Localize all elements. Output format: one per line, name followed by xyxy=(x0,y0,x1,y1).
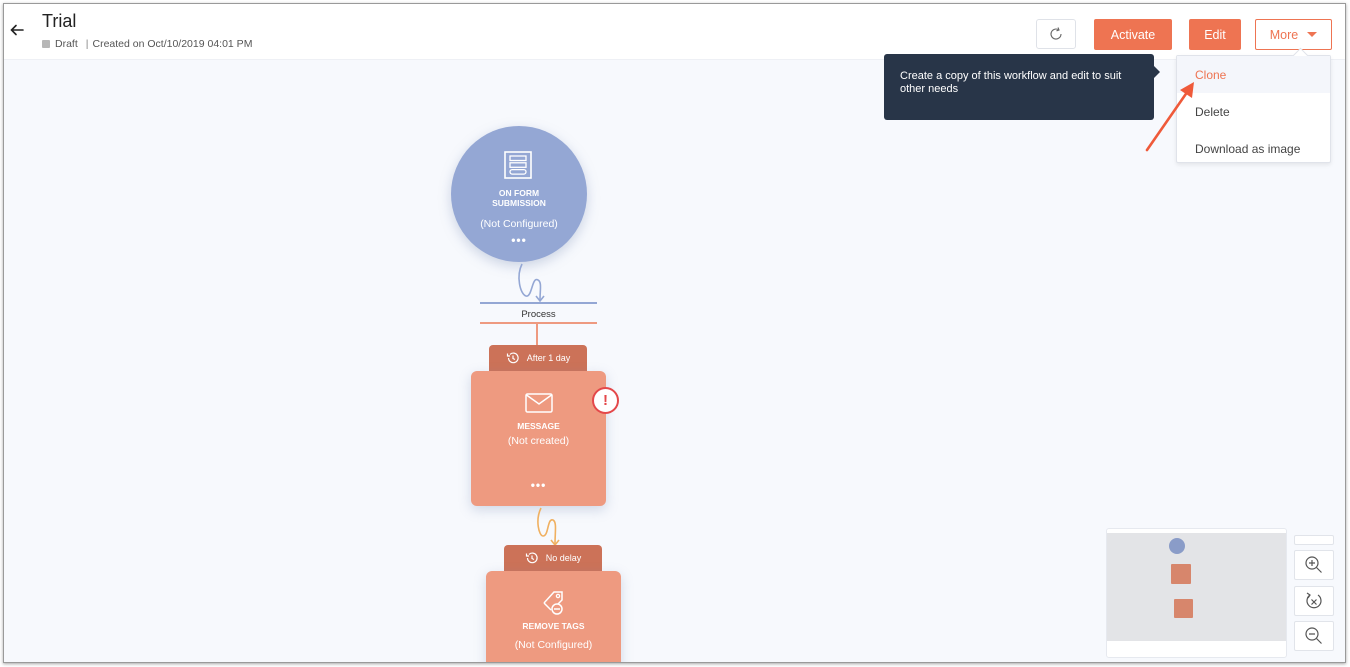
back-button[interactable] xyxy=(8,20,28,40)
reset-zoom-icon xyxy=(1306,592,1322,609)
page-title: Trial xyxy=(42,11,77,31)
remove-tags-node[interactable]: REMOVE TAGS (Not Configured) xyxy=(486,571,621,662)
delay-tab[interactable]: No delay xyxy=(504,545,602,571)
message-label: MESSAGE xyxy=(517,421,560,431)
created-date: Created on Oct/10/2019 04:01 PM xyxy=(92,38,253,50)
message-more-icon[interactable]: ••• xyxy=(471,479,606,491)
edit-button[interactable]: Edit xyxy=(1189,19,1241,50)
remove-tag-icon xyxy=(542,591,563,615)
app-window: Trial Draft | Created on Oct/10/2019 04:… xyxy=(3,3,1346,663)
zoom-out-icon xyxy=(1305,627,1322,644)
history-icon xyxy=(525,552,538,564)
zoom-in-icon xyxy=(1305,556,1322,573)
minimap-step-marker xyxy=(1174,599,1193,618)
zoom-in-button[interactable] xyxy=(1294,550,1334,580)
header: Trial Draft | Created on Oct/10/2019 04:… xyxy=(4,4,1345,60)
message-node[interactable]: MESSAGE (Not created) ••• xyxy=(471,371,606,506)
warning-icon[interactable]: ! xyxy=(592,387,619,414)
trigger-status: (Not Configured) xyxy=(480,218,558,230)
more-dropdown-menu: Clone Delete Download as image xyxy=(1176,55,1331,163)
minimap[interactable] xyxy=(1107,533,1286,641)
delay-tab[interactable]: After 1 day xyxy=(489,345,587,371)
remove-tags-label: REMOVE TAGS xyxy=(522,621,585,631)
message-status: (Not created) xyxy=(507,435,570,447)
delay-label: After 1 day xyxy=(526,353,571,363)
arrow-left-icon xyxy=(10,24,24,36)
process-top-line xyxy=(480,302,597,304)
zoom-reset-button[interactable] xyxy=(1294,586,1334,616)
trigger-label: ON FORM SUBMISSION xyxy=(492,188,546,208)
minimap-trigger-marker xyxy=(1169,538,1185,554)
trigger-node[interactable]: ON FORM SUBMISSION (Not Configured) ••• xyxy=(451,126,587,262)
process-stem xyxy=(536,324,538,346)
trigger-more-icon[interactable]: ••• xyxy=(451,234,587,246)
process-bottom-line xyxy=(480,322,597,324)
process-label: Process xyxy=(521,309,556,320)
zoom-out-button[interactable] xyxy=(1294,621,1334,651)
delay-label: No delay xyxy=(545,553,582,563)
envelope-icon xyxy=(524,393,553,413)
refresh-button[interactable] xyxy=(1036,19,1076,49)
connector-message-tags xyxy=(537,507,560,547)
clone-tooltip: Create a copy of this workflow and edit … xyxy=(884,54,1160,120)
connector-trigger-process xyxy=(518,263,545,303)
refresh-icon xyxy=(1050,27,1062,40)
form-icon xyxy=(504,151,532,179)
meta-separator: | xyxy=(85,38,89,50)
status-indicator-icon xyxy=(42,40,50,48)
workflow-meta: Draft | Created on Oct/10/2019 04:01 PM xyxy=(42,38,252,50)
history-icon xyxy=(506,352,519,364)
menu-item-delete[interactable]: Delete xyxy=(1177,93,1330,130)
caret-down-icon xyxy=(1307,32,1318,37)
remove-tags-status: (Not Configured) xyxy=(514,639,593,651)
minimap-step-marker xyxy=(1171,564,1191,584)
activate-button[interactable]: Activate xyxy=(1094,19,1172,50)
menu-item-download-image[interactable]: Download as image xyxy=(1177,130,1330,167)
more-button[interactable]: More xyxy=(1255,19,1332,50)
icon-wrap xyxy=(486,589,621,622)
menu-item-clone[interactable]: Clone xyxy=(1177,56,1330,93)
status-badge: Draft xyxy=(55,38,78,50)
zoom-level-indicator xyxy=(1294,535,1334,545)
icon-wrap xyxy=(471,391,606,420)
more-button-label: More xyxy=(1269,27,1299,42)
